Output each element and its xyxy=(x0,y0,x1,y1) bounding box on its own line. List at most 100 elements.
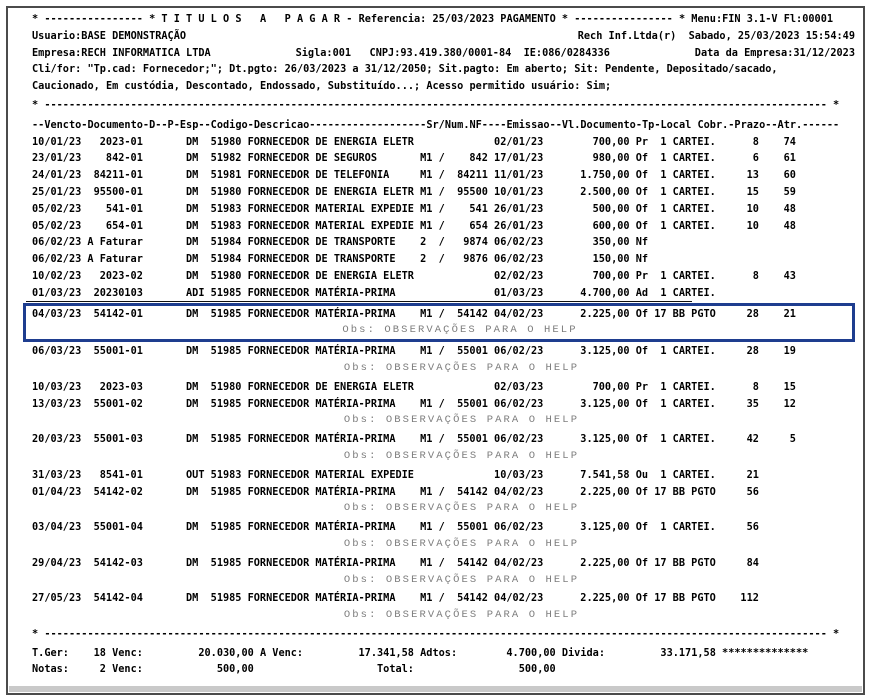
table-row[interactable]: 10/03/23 2023-03 DM 51980 FORNECEDOR DE ENER… xyxy=(32,379,855,396)
column-spacer xyxy=(143,555,186,572)
table-row[interactable]: 10/02/23 2023-02 DM 51980 FORNECEDOR DE ENER… xyxy=(32,268,855,285)
table-row-line: 05/02/23 654-01 DM 51983 FORNECEDOR MATERIAL… xyxy=(32,218,855,235)
cell-valor-documento: 2.225,00 xyxy=(580,307,630,320)
cell-tipo: Of xyxy=(635,592,649,605)
cell-local-num: 1 xyxy=(660,135,667,148)
cell-num-nf xyxy=(445,134,488,151)
cell-emissao: 11/01/23 xyxy=(494,169,544,182)
cell-local-num: 1 xyxy=(660,269,667,282)
cell-atraso: 61 xyxy=(783,152,796,165)
total-label-a: Notas: xyxy=(32,663,69,676)
row-observation: Obs: OBSERVAÇÕES PARA O HELP xyxy=(343,609,580,622)
table-row[interactable]: 01/03/23 20230103 ADI 51985 FORNECEDOR MATÉR… xyxy=(26,285,855,302)
total-label-d: Adtos: xyxy=(420,646,458,659)
table-row[interactable]: 06/03/23 55001-01 DM 51985 FORNECEDOR MATÉRI… xyxy=(32,343,855,377)
cell-vencto: 04/03/23 xyxy=(32,307,82,320)
separator-top: * --------------------------------------… xyxy=(32,98,840,111)
cell-codigo: 51980 xyxy=(210,185,242,198)
cell-tipo: Of xyxy=(635,485,649,498)
cell-local-num xyxy=(654,251,666,268)
cell-especie: DM xyxy=(186,380,199,393)
cell-num-nf: 55001 xyxy=(457,433,488,446)
total-stars: ************** xyxy=(722,646,809,659)
table-columns-header: --Vencto-Documento-D--P-Esp--Codigo-Desc… xyxy=(32,118,840,131)
total-amount-d xyxy=(605,661,716,678)
total-amount-a: 500,00 xyxy=(216,663,254,676)
cell-documento: 84211-01 xyxy=(93,169,143,182)
table-row-line: 13/03/23 55001-02 DM 51985 FORNECEDOR MATÉRI… xyxy=(32,396,855,413)
cell-vencto: 31/03/23 xyxy=(32,468,82,481)
cell-serie: 2 / xyxy=(420,253,445,266)
cell-vencto: 13/03/23 xyxy=(32,397,82,410)
table-row-line: 04/03/23 54142-01 DM 51985 FORNECEDOR MATÉRI… xyxy=(32,306,852,323)
cell-especie: DM xyxy=(186,556,199,569)
table-row[interactable]: 05/02/23 541-01 DM 51983 FORNECEDOR MATERIAL… xyxy=(32,201,855,218)
column-spacer xyxy=(143,467,186,484)
cell-local-num: 1 xyxy=(660,380,667,393)
cell-codigo: 51985 xyxy=(210,521,242,534)
cell-vencto: 20/03/23 xyxy=(32,433,82,446)
cell-local-cobranca: CARTEI. xyxy=(672,135,716,148)
cell-especie: DM xyxy=(186,202,199,215)
table-row[interactable]: 29/04/23 54142-03 DM 51985 FORNECEDOR MATÉRI… xyxy=(32,555,855,589)
cell-serie: M1 / xyxy=(420,345,445,358)
total-amount-a: 20.030,00 xyxy=(198,646,254,659)
cell-local-cobranca: BB PGTO xyxy=(672,592,716,605)
table-row[interactable]: 24/01/23 84211-01 DM 51981 FORNECEDOR DE TEL… xyxy=(32,167,855,184)
cell-serie: M1 / xyxy=(420,433,445,446)
cell-atraso xyxy=(759,467,796,484)
cell-emissao: 06/02/23 xyxy=(494,521,544,534)
column-spacer xyxy=(143,343,186,360)
total-count: 2 xyxy=(99,663,106,676)
cell-especie: DM xyxy=(186,253,199,266)
cell-valor-documento: 4.700,00 xyxy=(580,286,630,299)
table-row[interactable]: 31/03/23 8541-01 OUT 51983 FORNECEDOR MATERI… xyxy=(32,467,855,484)
cell-atraso: 74 xyxy=(783,135,796,148)
table-row[interactable]: 25/01/23 95500-01 DM 51980 FORNECEDOR DE ENE… xyxy=(32,184,855,201)
cell-emissao: 06/02/23 xyxy=(494,236,544,249)
table-row[interactable]: 03/04/23 55001-04 DM 51985 FORNECEDOR MATÉRI… xyxy=(32,519,855,553)
cell-emissao: 10/01/23 xyxy=(494,185,544,198)
cell-especie: DM xyxy=(186,152,199,165)
cell-valor-documento: 3.125,00 xyxy=(580,433,630,446)
column-spacer xyxy=(143,590,186,607)
cell-prazo: 10 xyxy=(746,219,759,232)
cell-local-cobranca: CARTEI. xyxy=(672,433,716,446)
table-row-line: 06/02/23 A Faturar DM 51984 FORNECEDOR DE TR… xyxy=(32,251,855,268)
cell-valor-documento: 2.225,00 xyxy=(580,592,630,605)
table-row[interactable]: 10/01/23 2023-01 DM 51980 FORNECEDOR DE ENER… xyxy=(32,134,855,151)
column-spacer xyxy=(143,396,186,413)
cell-serie: M1 / xyxy=(420,185,445,198)
table-row[interactable]: 20/03/23 55001-03 DM 51985 FORNECEDOR MATÉRI… xyxy=(32,431,855,465)
cell-vencto: 10/02/23 xyxy=(32,269,82,282)
table-row[interactable]: 06/02/23 A Faturar DM 51984 FORNECEDOR DE TR… xyxy=(32,234,855,251)
cell-valor-documento: 700,00 xyxy=(592,269,630,282)
cell-codigo: 51985 xyxy=(210,307,242,320)
cell-descricao: FORNECEDOR DE SEGUROS xyxy=(247,152,378,165)
table-row-line: 24/01/23 84211-01 DM 51981 FORNECEDOR DE TEL… xyxy=(32,167,855,184)
table-row[interactable]: 13/03/23 55001-02 DM 51985 FORNECEDOR MATÉRI… xyxy=(32,396,855,430)
table-row[interactable]: 27/05/23 54142-04 DM 51985 FORNECEDOR MATÉRI… xyxy=(32,590,855,624)
table-row[interactable]: 05/02/23 654-01 DM 51983 FORNECEDOR MATERIAL… xyxy=(32,218,855,235)
table-row[interactable]: 04/03/23 54142-01 DM 51985 FORNECEDOR MATÉRI… xyxy=(23,302,855,343)
cell-local-num: 1 xyxy=(660,169,667,182)
cell-prazo: 21 xyxy=(746,468,759,481)
cell-local-cobranca: CARTEI. xyxy=(672,380,716,393)
cell-tipo: Of xyxy=(635,152,649,165)
table-row-line: 10/02/23 2023-02 DM 51980 FORNECEDOR DE ENER… xyxy=(32,268,855,285)
cell-tipo: Of xyxy=(635,219,649,232)
table-row[interactable]: 06/02/23 A Faturar DM 51984 FORNECEDOR DE TR… xyxy=(32,251,855,268)
cell-prazo: 10 xyxy=(746,202,759,215)
cell-local-num: 1 xyxy=(660,345,667,358)
cell-serie: M1 / xyxy=(420,307,445,320)
cell-especie: DM xyxy=(186,219,199,232)
filter-line-1: Cli/for: "Tp.cad: Fornecedor;"; Dt.pgto:… xyxy=(32,63,778,76)
cell-num-nf: 55001 xyxy=(457,521,488,534)
cell-emissao: 02/01/23 xyxy=(494,135,544,148)
cell-codigo: 51985 xyxy=(210,556,242,569)
table-row[interactable]: 23/01/23 842-01 DM 51982 FORNECEDOR DE SEGUR… xyxy=(32,150,855,167)
table-row[interactable]: 01/04/23 54142-02 DM 51985 FORNECEDOR MATÉRI… xyxy=(32,484,855,518)
cell-emissao: 01/03/23 xyxy=(494,286,544,299)
cell-especie: DM xyxy=(186,307,199,320)
cell-serie: M1 / xyxy=(420,202,445,215)
